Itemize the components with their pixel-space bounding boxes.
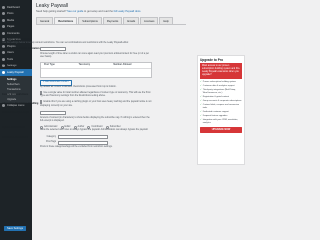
comment-icon [2, 31, 5, 35]
tab-help[interactable]: Help [159, 17, 173, 24]
combined-label: Combined Restrictions [2, 92, 29, 96]
check-icon: ✓ [200, 100, 202, 103]
section-title: Content Restrictions [2, 37, 32, 41]
row-bypass: Bypass Restrictions Administrator Editor A… [2, 126, 152, 132]
combined-help: Use a single value for total number allo… [40, 92, 151, 98]
limited-expiration-help: Choose length of time when a visitor can… [40, 53, 150, 59]
exceptions-help: Posts in these categories/tags will be e… [40, 146, 113, 149]
exc-category-label: Category [46, 135, 56, 138]
page-icon [2, 25, 5, 29]
main-content: Leaky Paywall Need help getting started?… [34, 2, 248, 25]
exc-tags-label: Post Tags [45, 141, 56, 144]
sidebar-item-label: Pages [7, 25, 15, 29]
row-alt-handling: Alternative Restriction Handling Enable … [2, 100, 152, 107]
check-icon: ✓ [200, 95, 202, 98]
row-restrictions: Restrictions Post Type Taxonomy Number A… [2, 62, 152, 89]
excerpt-input[interactable] [40, 110, 66, 115]
upgrade-feature: ✓ Integration with your CRM, newsletter, … [200, 119, 238, 124]
media-icon [2, 18, 5, 22]
upgrade-feature: ✓ Custom fields, coupons and conversion t… [200, 104, 240, 109]
tab-subscriptions[interactable]: Subscriptions [78, 17, 102, 24]
bypass-label: Bypass Restrictions [2, 126, 25, 130]
upgrade-panel: Upgrade to Pro Want access to our proven… [197, 55, 245, 165]
check-icon: ✓ [200, 80, 202, 83]
tags-select[interactable] [58, 140, 108, 145]
upgrade-feature: ✓ Dedicated customer support [200, 111, 229, 114]
tab-licenses[interactable]: Licenses [140, 17, 159, 24]
exceptions-label: Restriction Exceptions [2, 135, 28, 139]
sidebar-item-label: Posts [7, 12, 14, 16]
restrictions-form: Content Restrictions Use the settings be… [2, 37, 152, 152]
restrictions-label: Restrictions [2, 62, 16, 66]
check-icon: ✓ [200, 104, 202, 107]
col-number-allowed: Number Allowed [113, 64, 132, 67]
sidebar-item-label: Dashboard [7, 5, 20, 9]
upgrade-feature: ✓ Customer data & analytics support [200, 85, 235, 88]
tab-general[interactable]: General [36, 17, 54, 24]
upgrade-features: ✓ Proven subscription building system ✓ Cus… [200, 81, 242, 125]
upgrade-feature: ✓ Proven subscription building system [200, 80, 236, 83]
page-title: Leaky Paywall [36, 3, 68, 9]
category-select[interactable] [58, 135, 108, 140]
upgrade-title: Upgrade to Pro [200, 58, 224, 62]
row-excerpt: Content Excerpt Length Amount of content… [2, 110, 152, 123]
excerpt-label: Content Excerpt Length [2, 111, 30, 115]
bypass-help: Allow the selected user roles to always … [40, 128, 149, 131]
check-icon: ✓ [200, 119, 202, 122]
upgrade-button[interactable]: UPGRADE NOW [200, 126, 242, 133]
alt-handling-help: Enable this if you are using a caching p… [40, 101, 152, 107]
upgrade-feature: ✓ Registration & gated content [200, 95, 229, 98]
restrictions-note: By default all content is allowed. Restr… [40, 86, 117, 89]
upgrade-feature: ✓ Frequent feature upgrades [200, 115, 228, 118]
settings-tabs: General Restrictions Subscriptions Payments… [36, 17, 186, 25]
check-icon: ✓ [200, 111, 202, 114]
section-description: Use the settings below to set up content… [2, 42, 129, 44]
page-subtitle: Need help getting started? See our guide… [36, 10, 142, 13]
tab-restrictions[interactable]: Restrictions [54, 17, 78, 24]
dashboard-icon [2, 5, 5, 9]
check-icon: ✓ [200, 89, 202, 92]
pin-icon [2, 12, 5, 16]
row-exceptions: Restriction Exceptions Category Post Tag… [2, 135, 152, 149]
expiration-input[interactable] [40, 46, 66, 51]
check-icon: ✓ [200, 85, 202, 88]
upgrade-feature: ✓ Group accounts & corporate subscription… [200, 100, 242, 103]
save-settings-button[interactable]: Save Settings [4, 226, 27, 231]
sidebar-item-label: Media [7, 18, 15, 22]
upgrade-hero: Want access to our proven subscription b… [200, 63, 242, 79]
limited-expiration-label: Limited Article Cookie Expiration [2, 47, 40, 51]
upgrade-feature: ✓ Third-party integrations (MailChimp, Wo… [200, 89, 236, 94]
alt-handling-label: Alternative Restriction Handling [2, 101, 39, 105]
restrictions-table: Post Type Taxonomy Number Allowed [40, 62, 152, 79]
check-icon: ✓ [200, 115, 202, 118]
docs-link[interactable]: full Leaky Paywall docs. [114, 10, 142, 13]
col-taxonomy: Taxonomy [78, 64, 90, 67]
row-limited-expiration: Limited Article Cookie Expiration Choose… [2, 46, 152, 59]
col-post-type: Post Type [44, 64, 55, 67]
row-combined: Combined Restrictions Use a single value… [2, 91, 152, 98]
tab-payments[interactable]: Payments [102, 17, 123, 24]
guide-link[interactable]: See our guide [67, 10, 83, 13]
sidebar-item-label: Comments [7, 31, 20, 35]
excerpt-help: Amount of content (in characters) to sho… [40, 116, 150, 122]
tab-emails[interactable]: Emails [123, 17, 140, 24]
